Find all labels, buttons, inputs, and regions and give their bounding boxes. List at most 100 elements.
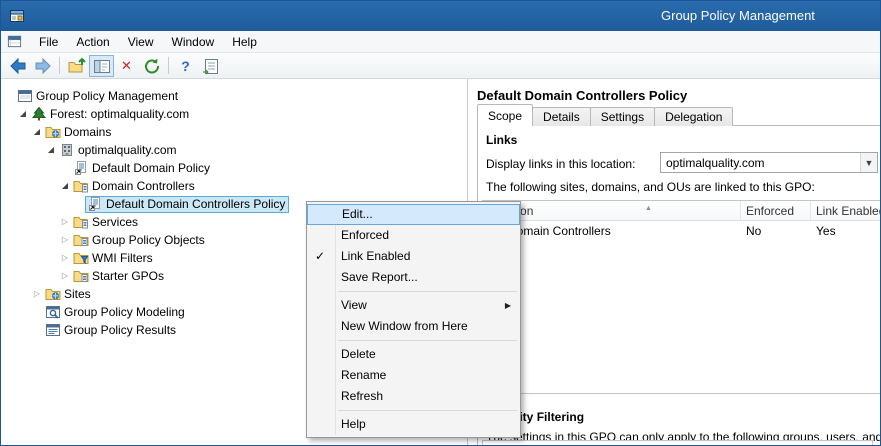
expander-icon[interactable] — [59, 177, 71, 195]
gpo-icon — [73, 161, 89, 175]
tab-details[interactable]: Details — [532, 107, 591, 126]
gpo-title: Default Domain Controllers Policy — [477, 88, 687, 103]
column-header-enforced[interactable]: Enforced — [741, 201, 811, 220]
menu-item-rename[interactable]: Rename — [307, 365, 520, 386]
tree-item-domain-optimalquality[interactable]: optimalquality.com — [1, 141, 467, 159]
cell-location: Domain Controllers — [508, 224, 611, 238]
display-links-label: Display links in this location: — [486, 157, 635, 171]
menu-item-save-report[interactable]: Save Report... — [307, 267, 520, 288]
back-icon[interactable] — [5, 55, 30, 77]
tree-label: Starter GPOs — [92, 269, 164, 283]
expander-icon[interactable] — [45, 141, 57, 159]
show-hide-console-tree-icon[interactable] — [89, 55, 114, 77]
expander-icon[interactable] — [59, 213, 71, 231]
expander-icon[interactable] — [59, 267, 71, 285]
list-header: Location Enforced Link Enabled — [483, 201, 881, 221]
export-list-icon[interactable] — [198, 55, 223, 77]
help-icon[interactable]: ? — [173, 55, 198, 77]
menu-window[interactable]: Window — [163, 32, 224, 52]
sort-ascending-icon — [645, 205, 652, 212]
column-header-link-enabled[interactable]: Link Enabled — [811, 201, 881, 220]
forest-icon — [31, 107, 47, 121]
tree-label: Services — [92, 215, 138, 229]
expander-icon[interactable] — [59, 249, 71, 267]
scope-tab-page: Links Display links in this location: op… — [477, 125, 881, 446]
modeling-icon — [45, 305, 61, 319]
menu-item-enforced[interactable]: Enforced — [307, 225, 520, 246]
tree-item-forest[interactable]: Forest: optimalquality.com — [1, 105, 467, 123]
tree-label: Default Domain Controllers Policy — [106, 197, 285, 211]
up-one-level-icon[interactable] — [64, 55, 89, 77]
tree-item-default-domain-policy[interactable]: Default Domain Policy — [1, 159, 467, 177]
tab-strip: Scope Details Settings Delegation — [477, 104, 732, 126]
security-filtering-list[interactable] — [482, 440, 873, 446]
linked-gpo-list: Location Enforced Link Enabled Domain Co… — [482, 200, 881, 394]
menu-item-link-enabled[interactable]: Link Enabled — [307, 246, 520, 267]
links-heading: Links — [486, 133, 517, 147]
menu-view[interactable]: View — [119, 32, 163, 52]
console-icon — [17, 89, 33, 103]
column-header-location[interactable]: Location — [483, 201, 741, 220]
tree-item-domains[interactable]: Domains — [1, 123, 467, 141]
location-combobox[interactable]: optimalquality.com — [660, 152, 878, 173]
refresh-icon[interactable] — [139, 55, 164, 77]
menu-item-new-window-from-here[interactable]: New Window from Here — [307, 316, 520, 337]
forward-icon[interactable] — [30, 55, 55, 77]
ou-folder-icon — [73, 179, 89, 193]
menu-item-edit[interactable]: Edit... — [307, 204, 520, 225]
gpmc-window: Group Policy Management File Action View… — [0, 0, 881, 446]
tab-settings[interactable]: Settings — [590, 107, 655, 126]
menu-item-view[interactable]: View — [307, 295, 520, 316]
tree-item-domain-controllers[interactable]: Domain Controllers — [1, 177, 467, 195]
tab-scope[interactable]: Scope — [477, 104, 533, 126]
ou-folder-icon — [73, 215, 89, 229]
window-title: Group Policy Management — [661, 8, 815, 23]
details-pane: Default Domain Controllers Policy Scope … — [469, 79, 880, 445]
menu-separator — [307, 407, 520, 414]
expander-icon[interactable] — [31, 285, 43, 303]
title-bar: Group Policy Management — [1, 1, 880, 31]
expander-icon[interactable] — [17, 105, 29, 123]
console-window-icon — [7, 34, 22, 49]
context-menu: Edit... Enforced Link Enabled Save Repor… — [306, 201, 521, 438]
menu-help[interactable]: Help — [223, 32, 266, 52]
app-icon — [9, 8, 25, 24]
tab-delegation[interactable]: Delegation — [654, 107, 733, 126]
tree-label: Group Policy Results — [64, 323, 176, 337]
tree-label: Sites — [64, 287, 91, 301]
cell-link-enabled: Yes — [811, 224, 881, 238]
menu-separator — [307, 337, 520, 344]
dropdown-arrow-icon[interactable] — [860, 153, 877, 172]
cell-enforced: No — [741, 224, 811, 238]
wmi-folder-icon — [73, 251, 89, 265]
tree-label: Group Policy Objects — [92, 233, 205, 247]
tree-label: Group Policy Management — [36, 89, 178, 103]
starter-gpo-folder-icon — [73, 269, 89, 283]
menu-separator — [307, 288, 520, 295]
domain-icon — [59, 143, 75, 157]
menu-item-refresh[interactable]: Refresh — [307, 386, 520, 407]
expander-icon[interactable] — [59, 231, 71, 249]
menu-bar: File Action View Window Help — [1, 31, 880, 53]
tree-label: WMI Filters — [92, 251, 153, 265]
tree-label: Domain Controllers — [92, 179, 195, 193]
delete-icon[interactable]: ✕ — [114, 55, 139, 77]
menu-action[interactable]: Action — [67, 32, 118, 52]
menu-item-help[interactable]: Help — [307, 414, 520, 435]
tree-label: Forest: optimalquality.com — [50, 107, 189, 121]
gpo-icon — [87, 197, 103, 211]
location-combobox-value: optimalquality.com — [661, 156, 860, 170]
results-icon — [45, 323, 61, 337]
tree-label: Group Policy Modeling — [64, 305, 185, 319]
linked-gpo-row[interactable]: Domain Controllers No Yes — [483, 221, 881, 240]
sites-folder-icon — [45, 287, 61, 301]
tree-label: Default Domain Policy — [92, 161, 210, 175]
tree-item-group-policy-management[interactable]: Group Policy Management — [1, 87, 467, 105]
domains-folder-icon — [45, 125, 61, 139]
tree-label: optimalquality.com — [78, 143, 176, 157]
toolbar-separator — [59, 57, 60, 74]
menu-file[interactable]: File — [30, 32, 67, 52]
menu-item-delete[interactable]: Delete — [307, 344, 520, 365]
links-intro-text: The following sites, domains, and OUs ar… — [486, 180, 815, 194]
expander-icon[interactable] — [31, 123, 43, 141]
